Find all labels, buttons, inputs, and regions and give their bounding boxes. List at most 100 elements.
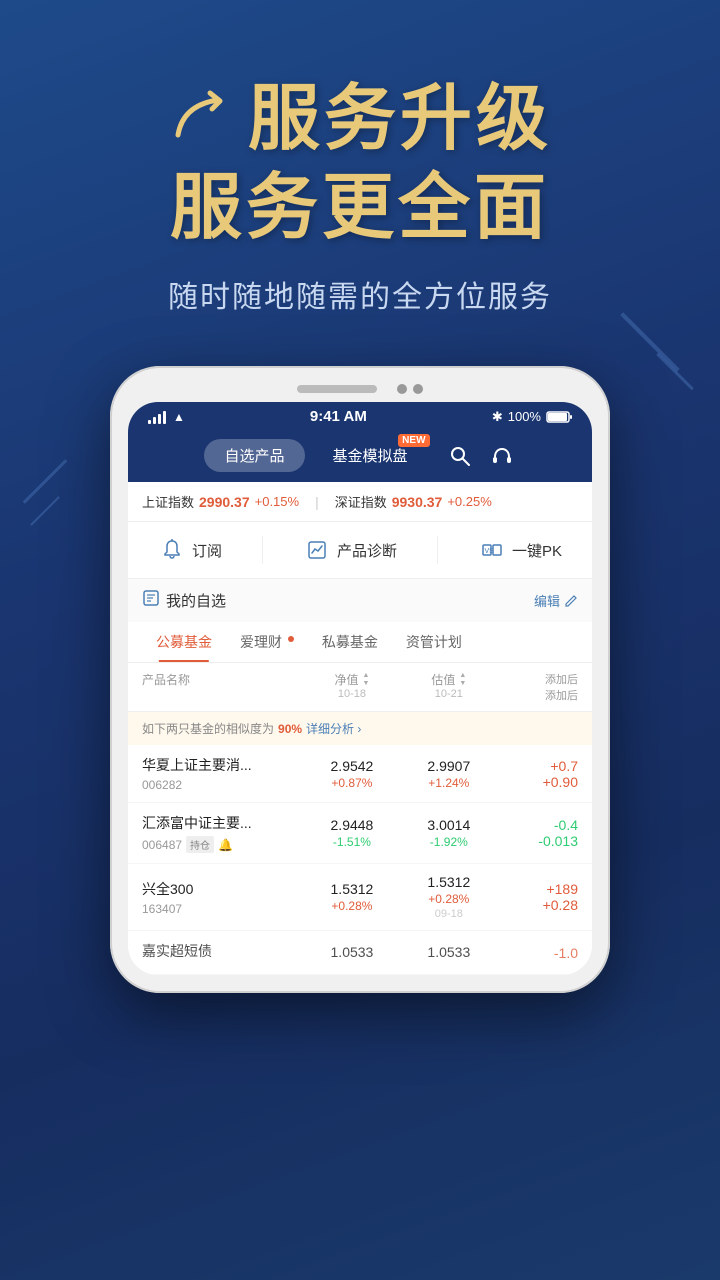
svg-text:VS: VS <box>484 548 494 555</box>
sort-up: ▲ <box>362 672 369 679</box>
watchlist-title-text: 我的自选 <box>166 590 226 611</box>
tab-private-fund[interactable]: 私募基金 <box>308 622 392 662</box>
table-row[interactable]: 兴全300 163407 1.5312 +0.28% 1.5312 +0.28%… <box>128 864 592 931</box>
fund-nav-value-1: 2.9542 <box>303 758 400 774</box>
similarity-text-before: 如下两只基金的相似度为 <box>142 720 274 737</box>
tab-wealth-label: 爱理财 <box>240 634 282 650</box>
edit-label: 编辑 <box>534 591 560 610</box>
phone-speaker <box>297 385 377 393</box>
phone-dot-1 <box>397 384 407 394</box>
fund-name-col-3: 兴全300 163407 <box>142 879 303 916</box>
ticker-shanghai: 上证指数 2990.37 +0.15% <box>142 492 299 511</box>
table-row[interactable]: 嘉实超短债 1.0533 1.0533 -1.0 <box>128 931 592 975</box>
col-header-name: 产品名称 <box>142 671 303 703</box>
fund-code-text-3: 163407 <box>142 902 182 916</box>
fund-nav-value-4: 1.0533 <box>303 944 400 960</box>
phone-top-bar <box>128 384 592 394</box>
fund-nav-value-2: 2.9448 <box>303 817 400 833</box>
action-divider-2 <box>437 536 438 564</box>
fund-est-change-1: +1.24% <box>400 776 497 790</box>
fund-nav-value-3: 1.5312 <box>303 881 400 897</box>
fund-add-col-4: -1.0 <box>497 945 578 961</box>
action-divider-1 <box>262 536 263 564</box>
diagnose-icon <box>303 536 331 564</box>
ticker-shenzhen: 深证指数 9930.37 +0.25% <box>335 492 492 511</box>
edit-button[interactable]: 编辑 <box>534 591 578 610</box>
col-header-nav[interactable]: 净值 ▲ ▼ 10-18 <box>303 671 400 703</box>
phone-dot-2 <box>413 384 423 394</box>
fund-nav-change-3: +0.28% <box>303 899 400 913</box>
nav-tab-watchlist-label: 自选产品 <box>224 448 284 465</box>
fund-add-value2-2: -0.013 <box>497 833 578 849</box>
ticker-bar: 上证指数 2990.37 +0.15% | 深证指数 9930.37 +0.25… <box>128 482 592 522</box>
phone-screen: ▲ 9:41 AM ✱ 100% 自选产品 <box>128 402 592 975</box>
sort-down: ▼ <box>362 680 369 687</box>
battery-pct: 100% <box>508 409 541 424</box>
nav-tab-fund-sim[interactable]: 基金模拟盘 NEW <box>313 439 428 472</box>
action-row: 订阅 产品诊断 <box>128 522 592 579</box>
fund-code-3: 163407 <box>142 902 303 916</box>
fund-name-2: 汇添富中证主要... <box>142 813 303 833</box>
tab-asset-mgmt[interactable]: 资管计划 <box>392 622 476 662</box>
col-name-label: 产品名称 <box>142 673 190 687</box>
phone-dots <box>397 384 423 394</box>
fund-est-col-2: 3.0014 -1.92% <box>400 817 497 849</box>
tab-wealth[interactable]: 爱理财 <box>226 622 308 662</box>
fund-add-col-2: -0.4 -0.013 <box>497 817 578 849</box>
signal-bar-4 <box>163 411 166 424</box>
subscribe-icon <box>158 536 186 564</box>
ticker-shanghai-label: 上证指数 <box>142 492 194 511</box>
upgrade-arrow-icon <box>168 85 238 155</box>
status-time: 9:41 AM <box>310 408 367 425</box>
tab-asset-mgmt-label: 资管计划 <box>406 634 462 650</box>
subscribe-label: 订阅 <box>192 540 222 561</box>
hero-subtitle: 随时随地随需的全方位服务 <box>0 272 720 316</box>
fund-date-3: 09-18 <box>400 908 497 920</box>
headset-icon[interactable] <box>488 442 516 470</box>
fund-add-col-3: +189 +0.28 <box>497 881 578 913</box>
similarity-detail-link[interactable]: 详细分析 › <box>306 720 361 737</box>
subscribe-button[interactable]: 订阅 <box>158 536 222 564</box>
ticker-shanghai-value: 2990.37 <box>199 494 250 510</box>
fund-bell-icon[interactable]: 🔔 <box>218 838 233 852</box>
phone-content: 上证指数 2990.37 +0.15% | 深证指数 9930.37 +0.25… <box>128 482 592 975</box>
hero-title-1: 服务升级 <box>248 80 552 159</box>
fund-code-text-2: 006487 <box>142 838 182 852</box>
pk-button[interactable]: VS 一键PK <box>478 536 562 564</box>
fund-code-1: 006282 <box>142 778 303 792</box>
sort-down-2: ▼ <box>459 680 466 687</box>
diagnose-button[interactable]: 产品诊断 <box>303 536 397 564</box>
fund-est-change-3: +0.28% <box>400 892 497 906</box>
fund-add-value-2: -0.4 <box>497 817 578 833</box>
col-add-label-2: 添加后 <box>497 687 578 703</box>
fund-name-col-1: 华夏上证主要消... 006282 <box>142 755 303 792</box>
fund-name-1: 华夏上证主要消... <box>142 755 303 775</box>
watchlist-title: 我的自选 <box>142 589 226 612</box>
fund-nav-change-1: +0.87% <box>303 776 400 790</box>
battery-icon <box>546 410 572 424</box>
hero-title-2: 服务更全面 <box>0 169 720 248</box>
pk-label: 一键PK <box>512 540 562 561</box>
fund-add-value-4: -1.0 <box>497 945 578 961</box>
ticker-divider: | <box>315 494 319 510</box>
table-row[interactable]: 汇添富中证主要... 006487 持仓 🔔 2.9448 -1.51% 3.0… <box>128 803 592 864</box>
col-header-est[interactable]: 估值 ▲ ▼ 10-21 <box>400 671 497 703</box>
tab-wealth-dot <box>288 636 294 642</box>
edit-icon <box>564 594 578 608</box>
nav-tab-watchlist[interactable]: 自选产品 <box>204 439 304 472</box>
status-left: ▲ <box>148 410 185 424</box>
fund-name-col-2: 汇添富中证主要... 006487 持仓 🔔 <box>142 813 303 853</box>
similarity-pct: 90% <box>278 722 302 736</box>
col-add-label-1: 添加后 <box>497 671 578 687</box>
fund-add-col-1: +0.7 +0.90 <box>497 758 578 790</box>
search-icon[interactable] <box>446 442 474 470</box>
fund-name-3: 兴全300 <box>142 879 303 899</box>
col-nav-date: 10-18 <box>338 688 366 700</box>
tab-public-fund[interactable]: 公募基金 <box>142 622 226 662</box>
fund-est-value-1: 2.9907 <box>400 758 497 774</box>
table-header: 产品名称 净值 ▲ ▼ 10-18 <box>128 663 592 712</box>
status-bar: ▲ 9:41 AM ✱ 100% <box>128 402 592 431</box>
fund-est-col-4: 1.0533 <box>400 944 497 962</box>
fund-code-text-1: 006282 <box>142 778 182 792</box>
table-row[interactable]: 华夏上证主要消... 006282 2.9542 +0.87% 2.9907 +… <box>128 745 592 803</box>
